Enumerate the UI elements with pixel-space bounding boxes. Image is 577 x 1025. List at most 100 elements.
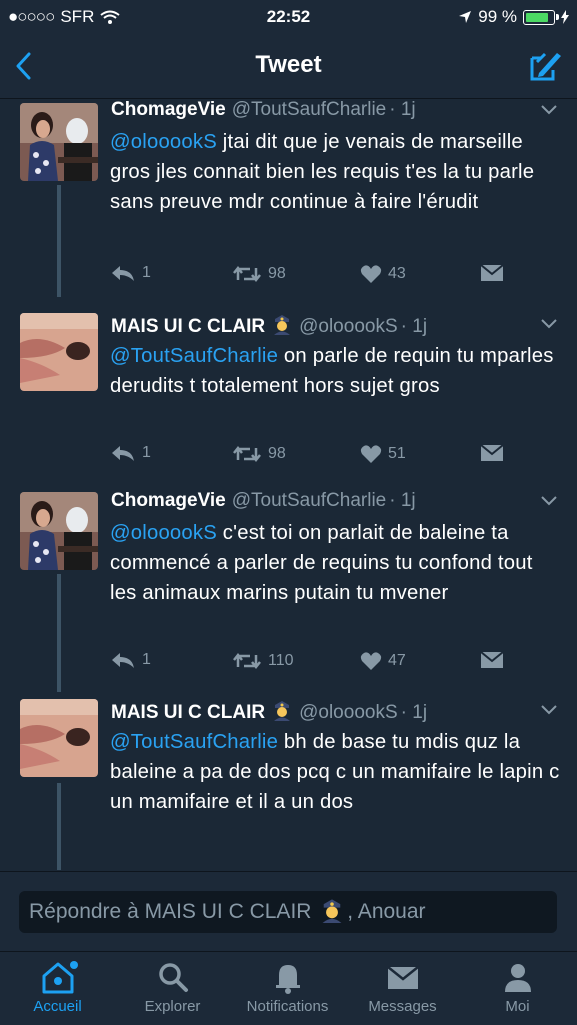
retweet-count: 98 xyxy=(268,265,286,282)
tweet-actions: 1 110 47 xyxy=(110,651,517,677)
battery-icon xyxy=(523,9,559,25)
tab-label: Notifications xyxy=(246,998,329,1015)
avatar[interactable] xyxy=(20,492,98,570)
tab-home[interactable]: Accueil xyxy=(0,960,115,1015)
tab-label: Moi xyxy=(505,998,530,1015)
thread-line xyxy=(57,783,61,870)
direct-message-button[interactable] xyxy=(480,264,504,282)
tweet-header: ChomageVie @ToutSaufCharlie · 1j xyxy=(111,99,537,121)
compose-icon xyxy=(530,52,561,81)
tab-label: Explorer xyxy=(144,998,201,1015)
home-icon xyxy=(42,961,78,994)
retweet-icon xyxy=(233,445,261,463)
conversation-thread[interactable]: ChomageVie @ToutSaufCharlie · 1j @olooookS… xyxy=(0,99,577,870)
tweet[interactable]: MAIS UI C CLAIR @olooookS · 1j @ToutSaufCh… xyxy=(0,699,577,870)
direct-message-button[interactable] xyxy=(480,444,504,462)
like-button[interactable]: 51 xyxy=(360,444,406,464)
like-count: 43 xyxy=(388,265,406,282)
retweet-icon xyxy=(233,652,261,670)
charging-bolt-icon xyxy=(561,10,569,24)
mention-link[interactable]: @ToutSaufCharlie xyxy=(110,731,278,753)
author-name[interactable]: ChomageVie xyxy=(111,490,226,511)
chevron-down-icon[interactable] xyxy=(541,105,557,115)
location-arrow-icon xyxy=(459,11,472,23)
reply-button[interactable]: 1 xyxy=(110,444,151,462)
tab-profile[interactable]: Moi xyxy=(460,960,575,1015)
thread-line xyxy=(57,574,61,692)
like-button[interactable]: 47 xyxy=(360,651,406,671)
tab-label: Messages xyxy=(368,998,437,1015)
avatar[interactable] xyxy=(20,103,98,181)
tweet-header: MAIS UI C CLAIR @olooookS · 1j xyxy=(111,313,537,338)
retweet-count: 110 xyxy=(268,652,294,669)
author-name[interactable]: MAIS UI C CLAIR xyxy=(111,316,265,337)
avatar[interactable] xyxy=(20,699,98,777)
compose-tweet-button[interactable] xyxy=(527,48,563,84)
reply-button[interactable]: 1 xyxy=(110,264,151,282)
tab-label: Accueil xyxy=(33,998,82,1015)
reply-count: 1 xyxy=(142,264,151,281)
direct-message-button[interactable] xyxy=(480,651,504,669)
status-bar: ●○○○○ SFR 22:52 99 % xyxy=(0,0,577,34)
mention-link[interactable]: @olooookS xyxy=(110,522,217,544)
tweet-text: @olooookS jtai dit que je venais de mars… xyxy=(110,127,563,217)
tweet[interactable]: MAIS UI C CLAIR @olooookS · 1j @ToutSaufCh… xyxy=(0,313,577,483)
like-count: 47 xyxy=(388,652,406,669)
chevron-down-icon[interactable] xyxy=(541,496,557,506)
reply-input[interactable]: Répondre à MAIS UI C CLAIR , Anouar xyxy=(19,891,557,933)
retweet-button[interactable]: 110 xyxy=(232,651,294,671)
police-officer-emoji-icon xyxy=(274,315,291,335)
heart-icon xyxy=(360,445,382,463)
tweet[interactable]: ChomageVie @ToutSaufCharlie · 1j @olooookS… xyxy=(0,490,577,692)
battery-percentage: 99 % xyxy=(478,7,517,26)
chevron-down-icon[interactable] xyxy=(541,319,557,329)
reply-icon xyxy=(112,446,134,461)
tab-explore[interactable]: Explorer xyxy=(115,960,230,1015)
avatar[interactable] xyxy=(20,313,98,391)
navigation-bar: Tweet xyxy=(0,34,577,99)
author-handle[interactable]: @olooookS xyxy=(299,702,398,723)
thread-line xyxy=(57,185,61,297)
mention-link[interactable]: @olooookS xyxy=(110,131,217,153)
person-icon xyxy=(504,964,531,992)
author-name[interactable]: ChomageVie xyxy=(111,99,226,120)
like-count: 51 xyxy=(388,445,406,462)
reply-button[interactable]: 1 xyxy=(110,651,151,669)
tweet-text: @ToutSaufCharlie bh de base tu mdis quz … xyxy=(110,727,563,817)
tweet-text: @olooookS c'est toi on parlait de balein… xyxy=(110,518,563,608)
author-handle[interactable]: @ToutSaufCharlie xyxy=(232,490,386,511)
police-officer-emoji-icon xyxy=(274,701,291,721)
retweet-icon xyxy=(233,265,261,283)
tweet[interactable]: ChomageVie @ToutSaufCharlie · 1j @olooookS… xyxy=(0,99,577,297)
tweet-time: · 1j xyxy=(389,99,416,120)
author-name[interactable]: MAIS UI C CLAIR xyxy=(111,702,265,723)
reply-placeholder-text: Répondre à MAIS UI C CLAIR xyxy=(29,900,312,923)
tweet-text: @ToutSaufCharlie on parle de requin tu m… xyxy=(110,341,563,401)
tab-notifications[interactable]: Notifications xyxy=(230,960,345,1015)
tweet-time: · 1j xyxy=(400,316,428,337)
envelope-icon xyxy=(480,444,504,461)
tweet-actions: 1 98 43 xyxy=(110,264,517,290)
mention-link[interactable]: @ToutSaufCharlie xyxy=(110,345,278,367)
tweet-header: MAIS UI C CLAIR @olooookS · 1j xyxy=(111,699,537,724)
chevron-down-icon[interactable] xyxy=(541,705,557,715)
page-title: Tweet xyxy=(255,51,322,78)
reply-icon xyxy=(112,653,134,668)
bell-icon xyxy=(275,965,300,994)
retweet-count: 98 xyxy=(268,445,286,462)
envelope-icon xyxy=(480,651,504,668)
tab-messages[interactable]: Messages xyxy=(345,960,460,1015)
tweet-actions: 1 98 51 xyxy=(110,444,517,470)
retweet-button[interactable]: 98 xyxy=(232,264,286,284)
like-button[interactable]: 43 xyxy=(360,264,406,284)
author-handle[interactable]: @olooookS xyxy=(299,316,398,337)
tab-bar: Accueil Explorer Notifications Messages … xyxy=(0,951,577,1025)
retweet-button[interactable]: 98 xyxy=(232,444,286,464)
envelope-icon xyxy=(386,966,419,989)
search-icon xyxy=(158,963,188,992)
reply-count: 1 xyxy=(142,444,151,461)
reply-composer: Répondre à MAIS UI C CLAIR , Anouar xyxy=(0,871,577,952)
author-handle[interactable]: @ToutSaufCharlie xyxy=(232,99,386,120)
police-officer-emoji-icon xyxy=(322,899,342,923)
reply-icon xyxy=(112,266,134,281)
